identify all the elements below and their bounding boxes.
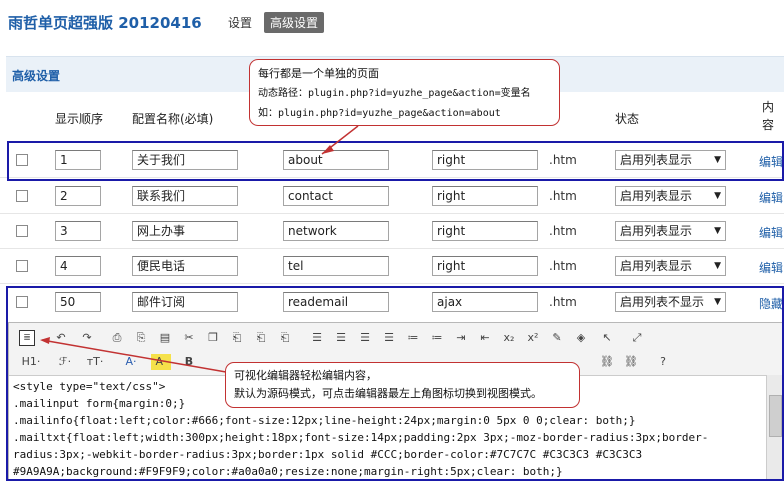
callout-line: 动态路径：plugin.php?id=yuzhe_page&action=变量名 [258, 88, 531, 99]
callout-line: 可视化编辑器轻松编辑内容， [234, 369, 377, 382]
callout-line: 每行都是一个单独的页面 [258, 67, 379, 80]
callout-editor-info: 可视化编辑器轻松编辑内容， 默认为源码模式，可点击编辑器最左上角图标切换到视图模… [225, 362, 580, 408]
callout-line: 如：plugin.php?id=yuzhe_page&action=about [258, 108, 501, 119]
callout-line: 默认为源码模式，可点击编辑器最左上角图标切换到视图模式。 [234, 387, 542, 400]
callout-page-info: 每行都是一个单独的页面 动态路径：plugin.php?id=yuzhe_pag… [249, 59, 560, 126]
arrow-line-2 [41, 339, 227, 373]
arrow-head-2 [40, 337, 50, 344]
